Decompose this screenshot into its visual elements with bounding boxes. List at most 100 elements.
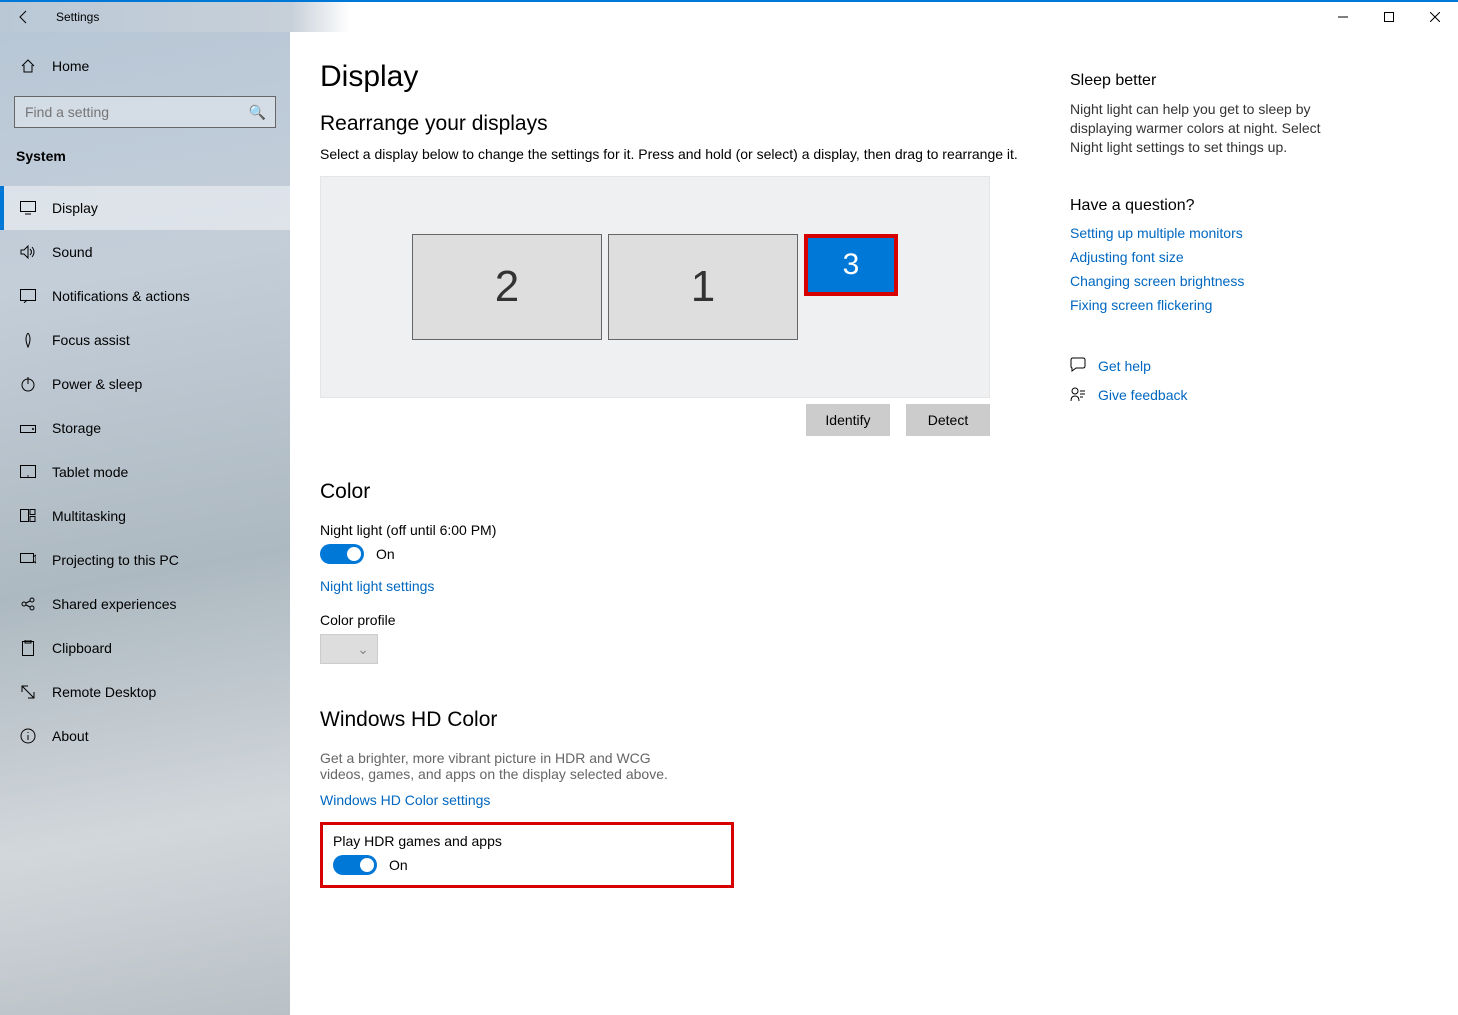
- nightlight-toggle[interactable]: [320, 544, 364, 564]
- home-icon: [18, 58, 38, 74]
- displays-arrangement[interactable]: 2 1 3: [320, 176, 990, 398]
- sidebar-item-tablet[interactable]: Tablet mode: [0, 450, 290, 494]
- sidebar-item-storage[interactable]: Storage: [0, 406, 290, 450]
- page-title: Display: [320, 60, 1030, 94]
- rearrange-desc: Select a display below to change the set…: [320, 146, 1030, 162]
- about-icon: [18, 728, 38, 744]
- sidebar-item-remote[interactable]: Remote Desktop: [0, 670, 290, 714]
- window-controls: [1320, 2, 1458, 32]
- sidebar-item-label: Focus assist: [52, 332, 130, 348]
- give-feedback-link: Give feedback: [1098, 387, 1188, 403]
- chevron-down-icon: ⌄: [357, 641, 369, 658]
- sidebar-item-clipboard[interactable]: Clipboard: [0, 626, 290, 670]
- aside-panel: Sleep better Night light can help you ge…: [1060, 32, 1360, 1015]
- sidebar-item-label: Sound: [52, 244, 92, 260]
- help-link-brightness[interactable]: Changing screen brightness: [1070, 273, 1244, 289]
- sidebar-item-label: Tablet mode: [52, 464, 128, 480]
- sidebar: Home 🔍 System Display Sound Notification…: [0, 32, 290, 1015]
- sidebar-item-about[interactable]: About: [0, 714, 290, 758]
- arrow-left-icon: [16, 9, 32, 25]
- sidebar-item-shared[interactable]: Shared experiences: [0, 582, 290, 626]
- color-profile-select[interactable]: ⌄: [320, 634, 378, 664]
- content: Display Rearrange your displays Select a…: [290, 32, 1458, 1015]
- sidebar-item-label: Projecting to this PC: [52, 552, 179, 568]
- home-button[interactable]: Home: [0, 46, 290, 86]
- sleep-heading: Sleep better: [1070, 72, 1340, 90]
- sound-icon: [18, 245, 38, 259]
- search-input[interactable]: [14, 96, 276, 128]
- sidebar-item-label: About: [52, 728, 89, 744]
- sidebar-item-multitasking[interactable]: Multitasking: [0, 494, 290, 538]
- back-button[interactable]: [0, 2, 48, 32]
- color-profile-label: Color profile: [320, 612, 1030, 628]
- projecting-icon: [18, 553, 38, 567]
- sidebar-item-label: Storage: [52, 420, 101, 436]
- sidebar-item-display[interactable]: Display: [0, 186, 290, 230]
- display-buttons: Identify Detect: [320, 404, 990, 436]
- minimize-icon: [1338, 12, 1348, 22]
- play-hdr-state: On: [389, 857, 408, 873]
- get-help-row[interactable]: Get help: [1070, 357, 1340, 376]
- notifications-icon: [18, 289, 38, 303]
- chat-icon: [1070, 357, 1086, 376]
- detect-button[interactable]: Detect: [906, 404, 990, 436]
- tablet-icon: [18, 465, 38, 479]
- play-hdr-toggle[interactable]: [333, 855, 377, 875]
- sidebar-item-power[interactable]: Power & sleep: [0, 362, 290, 406]
- home-label: Home: [52, 58, 89, 74]
- close-button[interactable]: [1412, 2, 1458, 32]
- window-title: Settings: [56, 10, 99, 24]
- help-link-monitors[interactable]: Setting up multiple monitors: [1070, 225, 1243, 241]
- hdcolor-settings-link[interactable]: Windows HD Color settings: [320, 792, 490, 808]
- sidebar-item-label: Multitasking: [52, 508, 126, 524]
- close-icon: [1430, 12, 1440, 22]
- rearrange-heading: Rearrange your displays: [320, 112, 1030, 136]
- remote-icon: [18, 684, 38, 700]
- monitor-3[interactable]: 3: [804, 234, 898, 296]
- nightlight-settings-link[interactable]: Night light settings: [320, 578, 434, 594]
- help-link-font[interactable]: Adjusting font size: [1070, 249, 1184, 265]
- monitor-1[interactable]: 1: [608, 234, 798, 340]
- search-wrap: 🔍: [0, 86, 290, 134]
- storage-icon: [18, 421, 38, 435]
- question-links: Setting up multiple monitors Adjusting f…: [1070, 225, 1340, 313]
- nightlight-label: Night light (off until 6:00 PM): [320, 522, 1030, 538]
- identify-button[interactable]: Identify: [806, 404, 890, 436]
- sidebar-item-projecting[interactable]: Projecting to this PC: [0, 538, 290, 582]
- question-heading: Have a question?: [1070, 197, 1340, 215]
- give-feedback-row[interactable]: Give feedback: [1070, 386, 1340, 405]
- maximize-button[interactable]: [1366, 2, 1412, 32]
- settings-window: Settings Home 🔍 System Display Sound Not…: [0, 0, 1458, 1015]
- sidebar-item-label: Notifications & actions: [52, 288, 190, 304]
- help-link-flicker[interactable]: Fixing screen flickering: [1070, 297, 1212, 313]
- sleep-text: Night light can help you get to sleep by…: [1070, 100, 1340, 157]
- nightlight-state: On: [376, 546, 395, 562]
- category-label: System: [0, 134, 290, 178]
- main-panel: Display Rearrange your displays Select a…: [290, 32, 1060, 1015]
- focus-icon: [18, 332, 38, 348]
- sidebar-item-label: Remote Desktop: [52, 684, 156, 700]
- nav-list: Display Sound Notifications & actions Fo…: [0, 186, 290, 758]
- monitor-2[interactable]: 2: [412, 234, 602, 340]
- hdr-highlight: Play HDR games and apps On: [320, 822, 734, 888]
- sidebar-item-focus[interactable]: Focus assist: [0, 318, 290, 362]
- color-heading: Color: [320, 480, 1030, 504]
- minimize-button[interactable]: [1320, 2, 1366, 32]
- shared-icon: [18, 596, 38, 612]
- hdcolor-heading: Windows HD Color: [320, 708, 1030, 732]
- play-hdr-label: Play HDR games and apps: [333, 833, 721, 849]
- feedback-icon: [1070, 386, 1086, 405]
- body: Home 🔍 System Display Sound Notification…: [0, 32, 1458, 1015]
- power-icon: [18, 376, 38, 392]
- sidebar-item-notifications[interactable]: Notifications & actions: [0, 274, 290, 318]
- clipboard-icon: [18, 640, 38, 656]
- get-help-link: Get help: [1098, 358, 1151, 374]
- titlebar: Settings: [0, 2, 1458, 32]
- sidebar-item-label: Shared experiences: [52, 596, 177, 612]
- sidebar-item-label: Clipboard: [52, 640, 112, 656]
- sidebar-item-label: Display: [52, 200, 98, 216]
- sidebar-item-sound[interactable]: Sound: [0, 230, 290, 274]
- maximize-icon: [1384, 12, 1394, 22]
- display-icon: [18, 201, 38, 215]
- sidebar-item-label: Power & sleep: [52, 376, 142, 392]
